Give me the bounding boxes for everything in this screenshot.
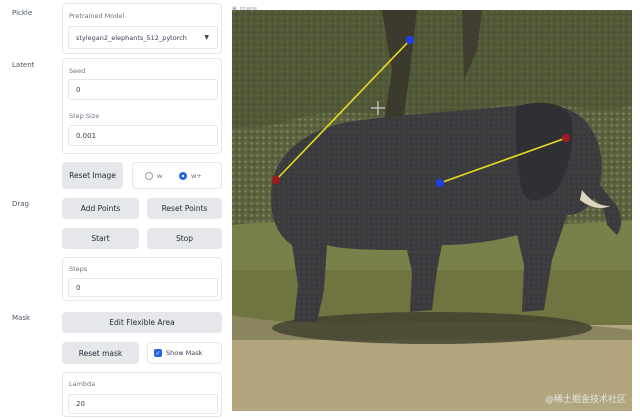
radio-w-label: w (157, 172, 163, 180)
image-canvas[interactable]: @稀土掘金技术社区 (232, 10, 632, 411)
edit-flexible-area-button[interactable]: Edit Flexible Area (62, 312, 222, 333)
chevron-down-icon: ▼ (204, 34, 209, 41)
show-mask-checkbox-container: ✓ Show Mask (147, 342, 222, 364)
section-label-mask: Mask (12, 314, 31, 322)
latent-params-block: Seed 0 Step Size 0.001 (62, 58, 222, 154)
reset-mask-button[interactable]: Reset mask (62, 342, 139, 364)
reset-points-button[interactable]: Reset Points (147, 198, 222, 219)
seed-label: Seed (69, 67, 86, 75)
lambda-label: Lambda (69, 380, 96, 388)
add-points-button[interactable]: Add Points (62, 198, 139, 219)
step-size-label: Step Size (69, 112, 100, 120)
target-point-2 (435, 178, 445, 188)
start-button[interactable]: Start (62, 228, 139, 249)
section-label-pickle: Pickle (12, 9, 33, 17)
elephant-scene (232, 10, 632, 411)
checkmark-icon[interactable]: ✓ (154, 349, 162, 357)
pretrained-model-label: Pretrained Model (69, 12, 125, 20)
watermark-text: @稀土掘金技术社区 (544, 395, 626, 405)
handle-point-1 (271, 175, 281, 185)
reset-image-button[interactable]: Reset Image (62, 162, 123, 189)
steps-value: 0 (68, 278, 218, 297)
steps-block: Steps 0 (62, 257, 222, 301)
latent-space-radio-group: w w+ (132, 162, 222, 189)
step-size-input[interactable]: 0.001 (68, 125, 218, 146)
radio-option-wplus[interactable]: w+ (179, 172, 202, 180)
stop-button[interactable]: Stop (147, 228, 222, 249)
pretrained-model-dropdown[interactable]: stylegan2_elephants_512_pytorch ▼ (68, 26, 218, 49)
steps-label: Steps (69, 265, 88, 273)
lambda-block: Lambda 20 (62, 372, 222, 417)
radio-option-w[interactable]: w (145, 172, 162, 180)
pretrained-model-value: stylegan2_elephants_512_pytorch (76, 33, 187, 42)
show-mask-label: Show Mask (166, 349, 203, 357)
show-mask-option[interactable]: ✓ Show Mask (154, 349, 202, 357)
seed-input[interactable]: 0 (68, 79, 218, 100)
image-icon: ▣ (232, 6, 237, 12)
radio-wplus-circle[interactable] (179, 172, 187, 180)
handle-point-2 (561, 133, 571, 143)
radio-w-circle[interactable] (145, 172, 153, 180)
section-label-drag: Drag (12, 200, 30, 208)
target-point-1 (405, 35, 415, 45)
lambda-input[interactable]: 20 (68, 394, 218, 414)
image-tab: ▣ Image (232, 4, 257, 14)
image-tab-label: Image (239, 6, 257, 12)
pretrained-model-block: Pretrained Model stylegan2_elephants_512… (62, 3, 222, 54)
section-label-latent: Latent (12, 61, 35, 69)
radio-wplus-label: w+ (191, 172, 202, 180)
